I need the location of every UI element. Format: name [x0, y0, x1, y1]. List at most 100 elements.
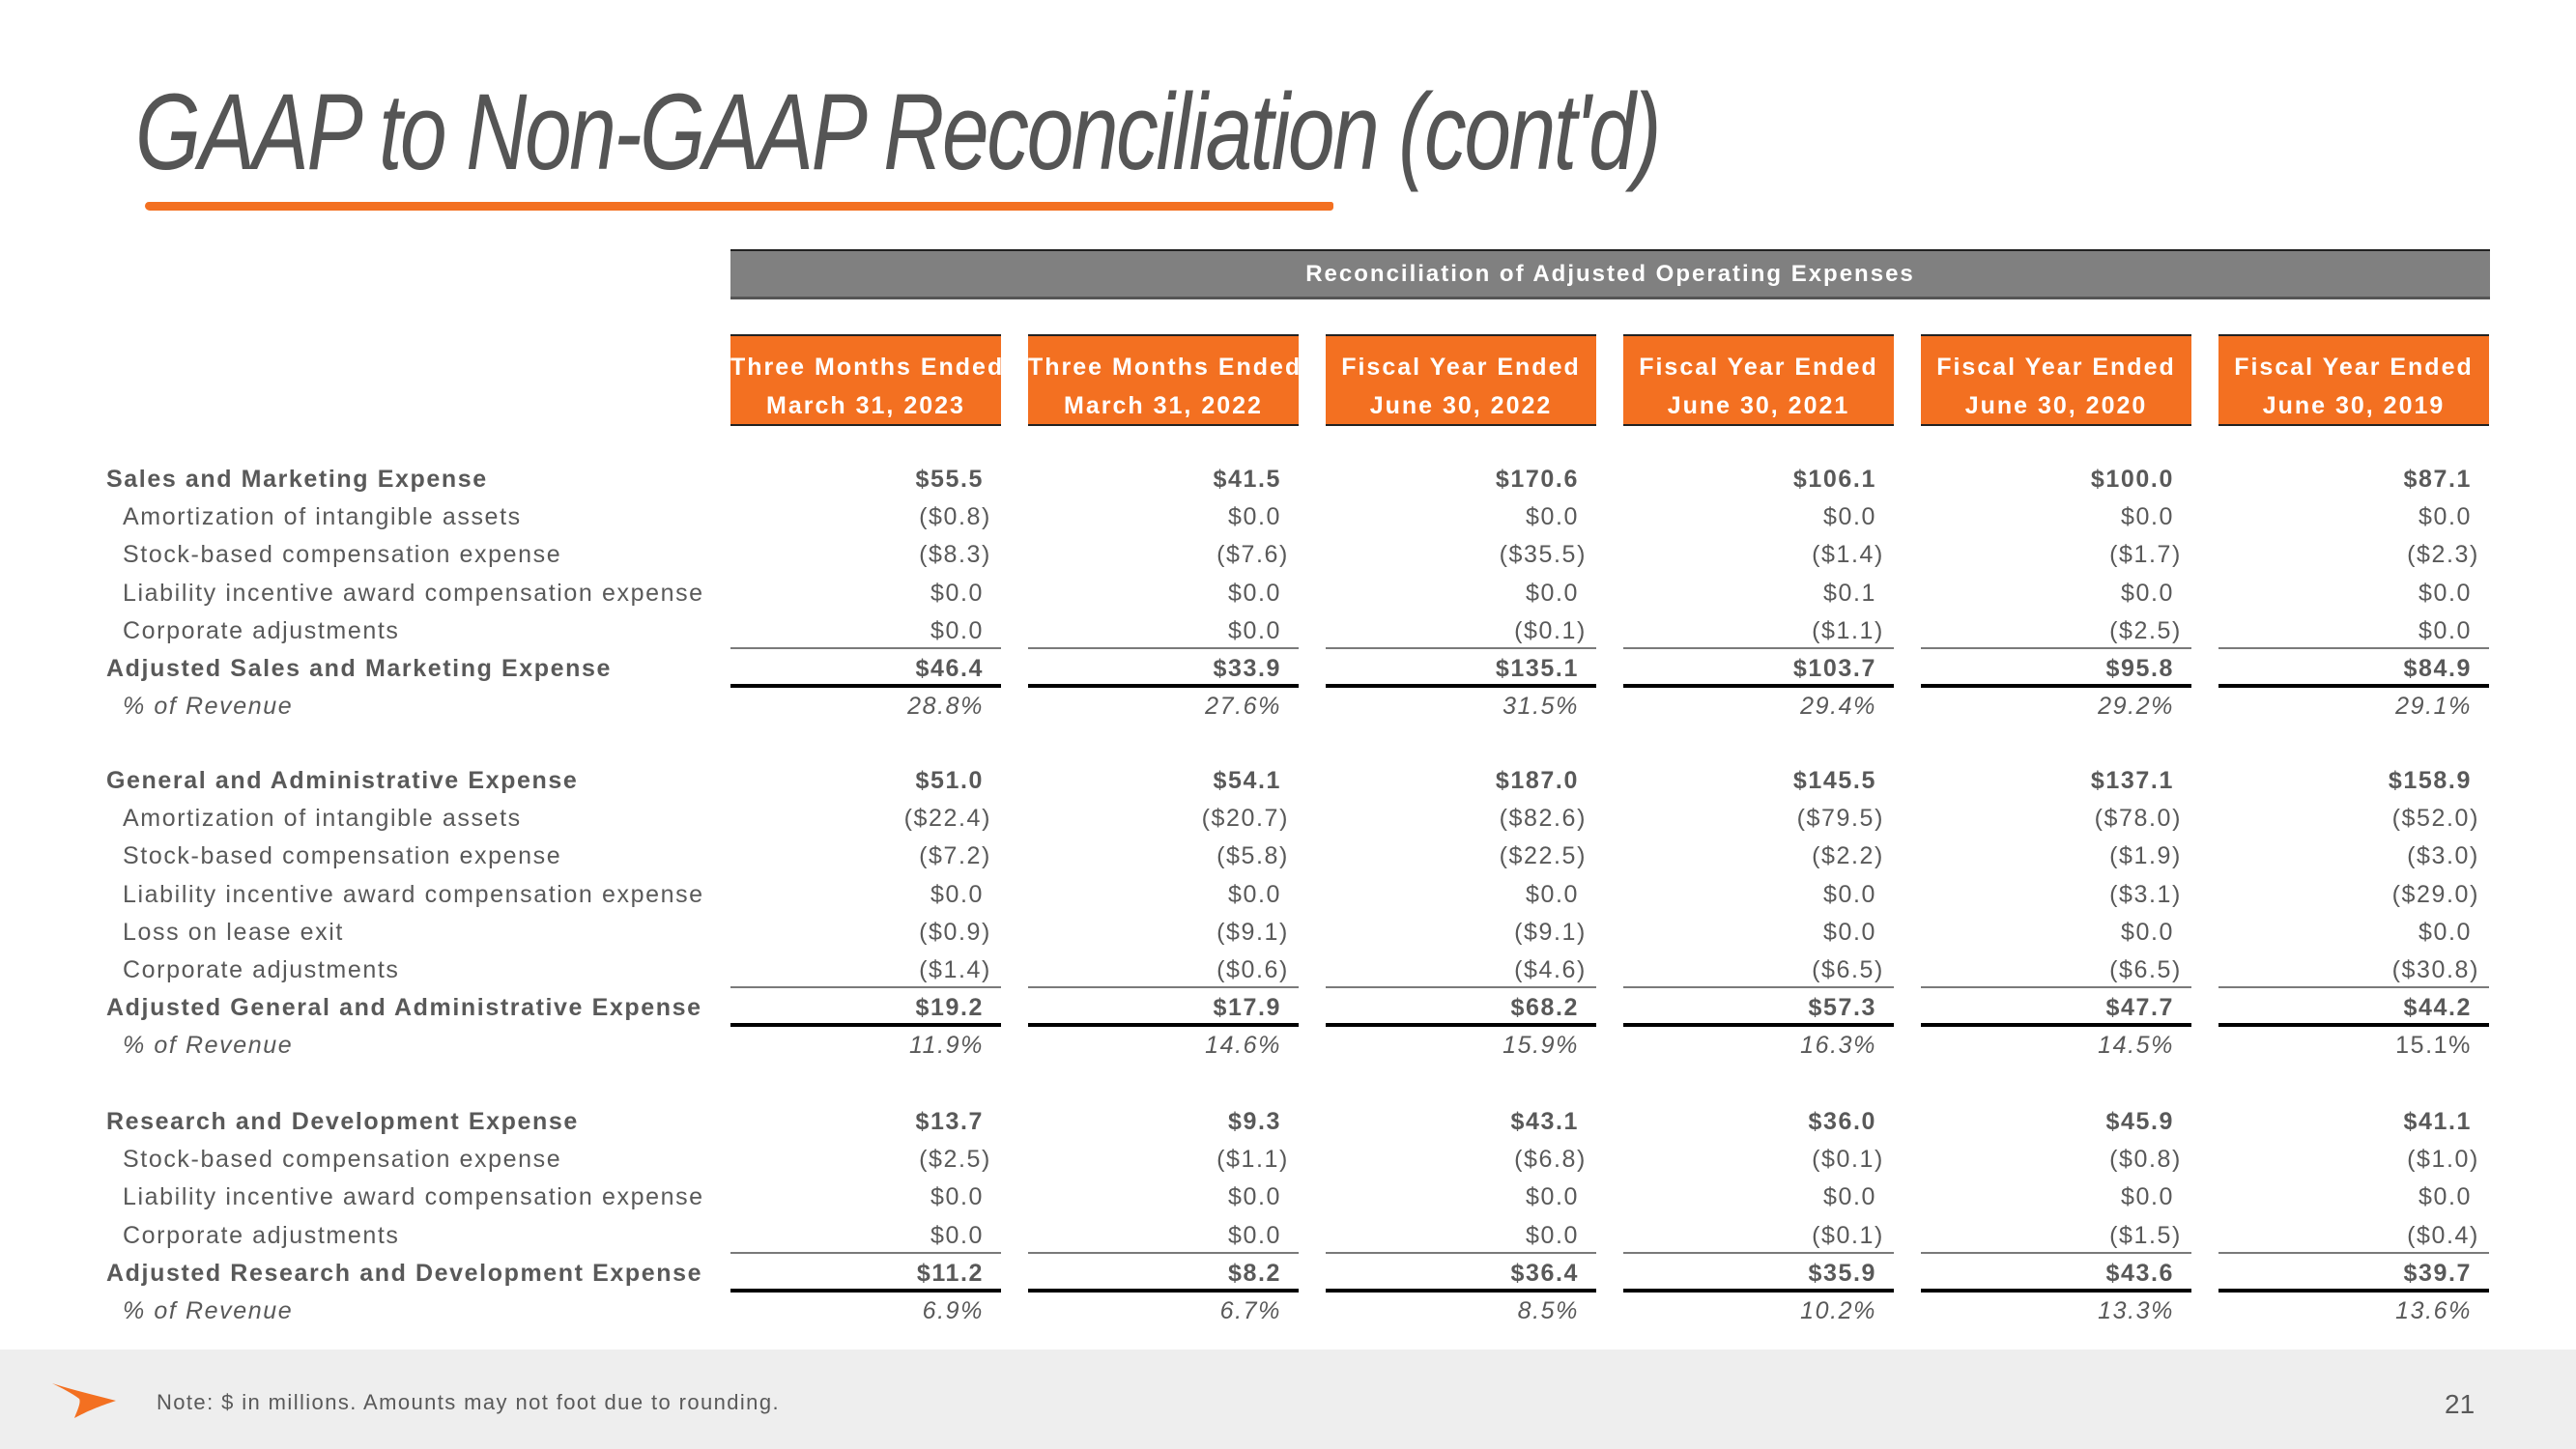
table-cell: $36.4 [1510, 1259, 1579, 1287]
table-cell: ($6.8) [1514, 1146, 1587, 1174]
row-label: Corporate adjustments [123, 956, 400, 983]
table-cell: $13.7 [915, 1108, 984, 1135]
table-cell: ($1.5) [2109, 1221, 2182, 1249]
footnote: Note: $ in millions. Amounts may not foo… [157, 1390, 780, 1414]
total-rule [1326, 1023, 1596, 1028]
column-header-period: Three Months Ended [730, 354, 1005, 381]
table-cell: ($30.8) [2391, 956, 2479, 983]
column-header: Three Months Ended March 31, 2023 [730, 334, 1005, 426]
arrow-logo-icon [52, 1383, 116, 1418]
table-cell: $103.7 [1792, 655, 1876, 682]
table-cell: $145.5 [1792, 767, 1876, 794]
row-label: Corporate adjustments [123, 616, 400, 644]
column-header: Fiscal Year Ended June 30, 2022 [1326, 334, 1596, 426]
table-cell: $0.0 [1525, 880, 1579, 908]
total-rule [1921, 1023, 2191, 1028]
total-rule [1028, 1023, 1299, 1028]
page-title: GAAP to Non-GAAP Reconciliation (cont'd) [135, 71, 1661, 192]
table-cell: ($1.1) [1216, 1146, 1289, 1174]
table-cell: $0.0 [1227, 1183, 1281, 1211]
table-cell: $68.2 [1510, 994, 1579, 1022]
total-rule [2218, 684, 2489, 688]
table-cell: ($6.5) [1812, 956, 1884, 983]
table-cell: ($2.5) [2109, 616, 2182, 644]
table-cell: 6.7% [1219, 1297, 1281, 1324]
subtotal-rule [730, 647, 1001, 649]
subtotal-rule [730, 1251, 1001, 1254]
table-cell: $19.2 [915, 994, 984, 1022]
table-cell: 29.4% [1800, 693, 1876, 721]
table-cell: $0.0 [2120, 579, 2174, 607]
table-cell: ($1.1) [1812, 616, 1884, 644]
table-cell: $44.2 [2403, 994, 2472, 1022]
table-cell: ($0.1) [1812, 1221, 1884, 1249]
table-cell: ($8.3) [919, 541, 991, 569]
table-cell: ($22.5) [1499, 842, 1587, 870]
column-header-period: Three Months Ended [1028, 354, 1302, 381]
table-cell: 13.6% [2395, 1297, 2472, 1324]
table-cell: ($2.3) [2407, 541, 2479, 569]
table-cell: ($79.5) [1796, 805, 1884, 833]
table-cell: $33.9 [1213, 655, 1281, 682]
title-underline [145, 202, 1333, 211]
row-label: Research and Development Expense [106, 1108, 579, 1135]
subtotal-rule [1623, 647, 1894, 649]
table-cell: 27.6% [1205, 693, 1281, 721]
table-cell: ($52.0) [2391, 805, 2479, 833]
total-rule [1028, 684, 1299, 688]
table-cell: $0.0 [1227, 579, 1281, 607]
column-header-date: June 30, 2022 [1369, 392, 1553, 419]
table-cell: $106.1 [1792, 466, 1876, 493]
row-label: Amortization of intangible assets [123, 503, 522, 531]
table-cell: ($22.4) [903, 805, 991, 833]
table-title: Reconciliation of Adjusted Operating Exp… [1305, 261, 1915, 287]
table-cell: $43.6 [2105, 1259, 2174, 1287]
row-label: Stock-based compensation expense [123, 842, 562, 870]
table-cell: ($82.6) [1499, 805, 1587, 833]
column-header-date: June 30, 2021 [1667, 392, 1850, 419]
table-cell: ($9.1) [1514, 918, 1587, 946]
table-cell: $0.0 [1227, 880, 1281, 908]
table-cell: $0.0 [930, 1183, 984, 1211]
table-cell: $0.0 [2418, 1183, 2472, 1211]
row-label: Adjusted Sales and Marketing Expense [106, 655, 613, 682]
table-cell: $87.1 [2403, 466, 2472, 493]
row-label: Adjusted General and Administrative Expe… [106, 994, 702, 1022]
table-cell: ($0.8) [2109, 1146, 2182, 1174]
table-cell: 15.1% [2395, 1032, 2472, 1060]
table-cell: ($0.6) [1216, 956, 1289, 983]
table-cell: $0.0 [1525, 1183, 1579, 1211]
table-cell: ($3.1) [2109, 880, 2182, 908]
table-cell: ($0.9) [919, 918, 991, 946]
row-label: Stock-based compensation expense [123, 1146, 562, 1174]
table-cell: ($35.5) [1499, 541, 1587, 569]
table-cell: ($29.0) [2391, 880, 2479, 908]
row-label: Adjusted Research and Development Expens… [106, 1259, 703, 1287]
row-label: Corporate adjustments [123, 1221, 400, 1249]
table-cell: $0.0 [1227, 616, 1281, 644]
table-cell: $17.9 [1213, 994, 1281, 1022]
table-cell: 14.6% [1205, 1032, 1281, 1060]
table-cell: ($7.2) [919, 842, 991, 870]
table-cell: $54.1 [1213, 767, 1281, 794]
table-cell: $0.0 [1525, 579, 1579, 607]
table-cell: ($20.7) [1201, 805, 1289, 833]
table-cell: ($78.0) [2094, 805, 2182, 833]
column-header: Fiscal Year Ended June 30, 2019 [2218, 334, 2489, 426]
table-cell: ($1.7) [2109, 541, 2182, 569]
table-cell: $0.0 [1525, 503, 1579, 531]
table-cell: $84.9 [2403, 655, 2472, 682]
total-rule [1623, 1288, 1894, 1293]
row-label: % of Revenue [123, 1297, 294, 1324]
column-header-period: Fiscal Year Ended [1341, 354, 1581, 381]
column-header-date: June 30, 2020 [1964, 392, 2148, 419]
table-cell: 11.9% [908, 1032, 984, 1060]
table-cell: $45.9 [2105, 1108, 2174, 1135]
table-cell: $41.1 [2403, 1108, 2472, 1135]
subtotal-rule [1921, 986, 2191, 989]
page-number: 21 [2445, 1389, 2476, 1419]
table-cell: ($5.8) [1216, 842, 1289, 870]
column-header-period: Fiscal Year Ended [2234, 354, 2474, 381]
table-cell: 31.5% [1503, 693, 1579, 721]
table-cell: $11.2 [916, 1259, 984, 1287]
